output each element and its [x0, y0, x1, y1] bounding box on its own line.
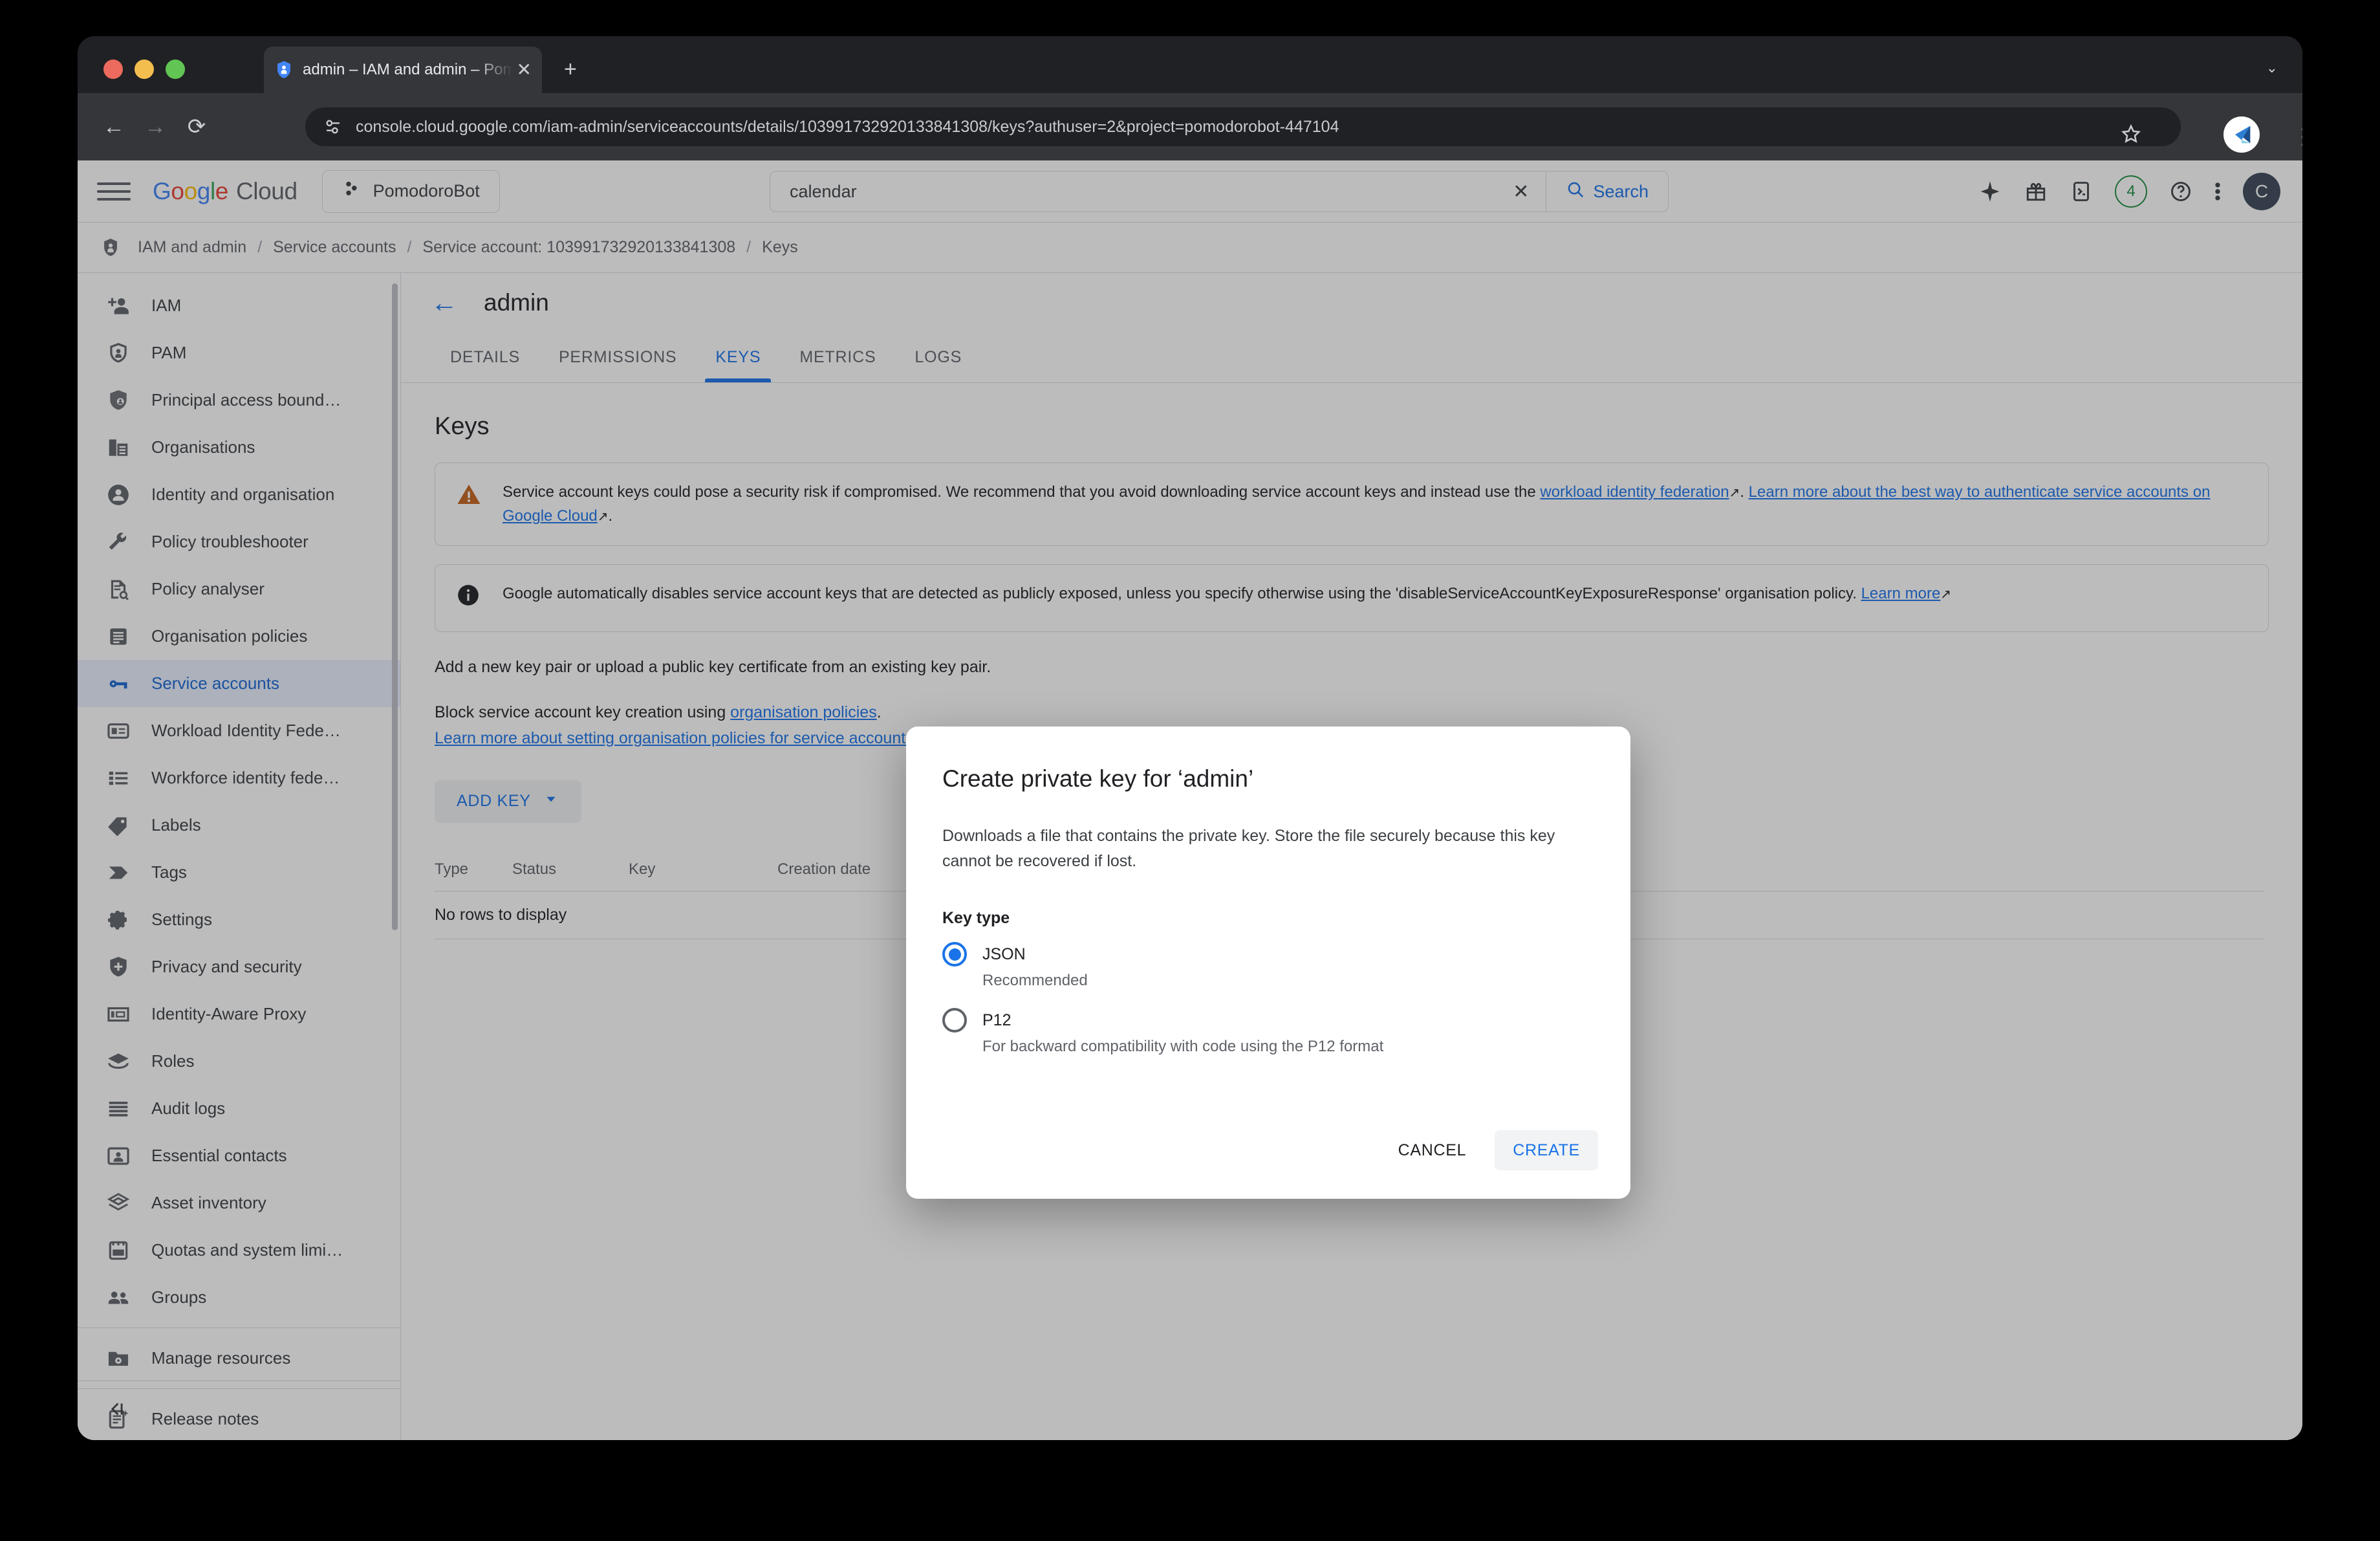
radio-json-label: JSON	[982, 945, 1026, 963]
chevron-down-icon[interactable]: ⌄	[2266, 60, 2278, 76]
browser-toolbar: ← → ⟳ console.cloud.google.com/iam-admin…	[78, 93, 2302, 160]
dialog-actions: CANCEL CREATE	[1380, 1130, 1598, 1170]
site-settings-icon[interactable]	[322, 116, 344, 138]
radio-p12-icon[interactable]	[942, 1008, 967, 1033]
browser-window: admin – IAM and admin – Pom ✕ + ⌄ ← → ⟳ …	[78, 36, 2302, 1440]
window-close-button[interactable]	[103, 60, 123, 79]
address-bar[interactable]: console.cloud.google.com/iam-admin/servi…	[305, 107, 2302, 153]
create-private-key-dialog: Create private key for ‘admin’ Downloads…	[906, 727, 1630, 1199]
reload-button[interactable]: ⟳	[176, 114, 217, 140]
radio-p12-sublabel: For backward compatibility with code usi…	[982, 1038, 1384, 1055]
forward-button[interactable]: →	[135, 115, 176, 140]
bookmark-star-icon[interactable]	[2120, 123, 2142, 148]
back-button[interactable]: ←	[93, 115, 135, 140]
dialog-description: Downloads a file that contains the priva…	[942, 827, 1555, 870]
create-button[interactable]: CREATE	[1495, 1130, 1598, 1170]
radio-json-sublabel: Recommended	[982, 972, 1088, 989]
key-type-option-p12[interactable]: P12	[942, 1008, 1594, 1033]
dialog-title: Create private key for ‘admin’	[942, 765, 1254, 792]
address-bar-url: console.cloud.google.com/iam-admin/servi…	[356, 117, 1339, 136]
browser-tab[interactable]: admin – IAM and admin – Pom ✕	[264, 47, 542, 93]
window-maximize-button[interactable]	[166, 60, 185, 79]
google-cloud-favicon-icon	[274, 60, 294, 80]
radio-p12-label: P12	[982, 1011, 1012, 1029]
radio-json-icon[interactable]	[942, 942, 967, 967]
key-type-label: Key type	[942, 909, 1010, 927]
tab-close-icon[interactable]: ✕	[517, 61, 532, 79]
chrome-menu-icon[interactable]	[2301, 122, 2302, 156]
new-tab-button[interactable]: +	[564, 58, 577, 80]
window-minimize-button[interactable]	[135, 60, 154, 79]
extension-icon[interactable]	[2223, 116, 2260, 153]
key-type-option-json[interactable]: JSON	[942, 942, 1594, 967]
page-viewport: GoogleCloud PomodoroBot ✕ Search	[78, 160, 2302, 1440]
cancel-button[interactable]: CANCEL	[1380, 1130, 1485, 1170]
browser-tab-title: admin – IAM and admin – Pom	[303, 61, 513, 78]
browser-tab-strip: admin – IAM and admin – Pom ✕ + ⌄	[78, 36, 2302, 93]
